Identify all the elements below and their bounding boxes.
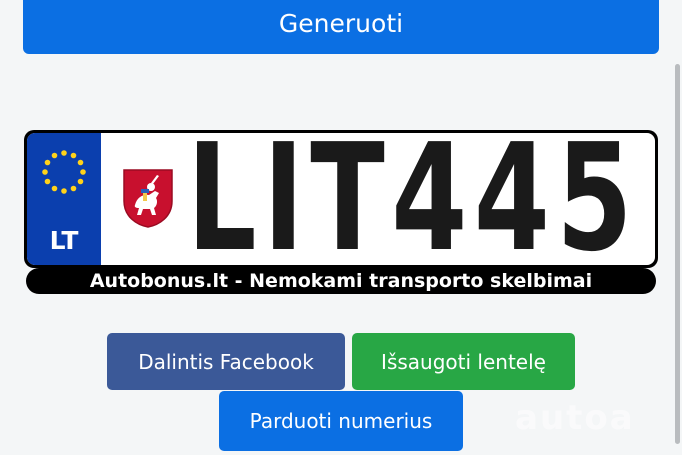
scrollbar[interactable] — [675, 64, 680, 444]
generate-button[interactable]: Generuoti — [23, 0, 659, 54]
eu-band: LT — [27, 133, 101, 265]
license-plate-preview: LT LIT445 Autobonus.lt - Nemokami transp… — [24, 130, 658, 296]
save-plate-button[interactable]: Išsaugoti lentelę — [352, 333, 575, 390]
share-facebook-button[interactable]: Dalintis Facebook — [107, 333, 345, 390]
plate-frame: LT LIT445 — [24, 130, 658, 268]
plate-caption: Autobonus.lt - Nemokami transporto skelb… — [26, 268, 656, 294]
sell-numbers-button[interactable]: Parduoti numerius — [219, 391, 463, 451]
plate-face: LT LIT445 — [27, 133, 655, 265]
country-code: LT — [49, 226, 79, 255]
coat-of-arms-icon — [123, 169, 173, 228]
eu-stars-icon — [42, 150, 86, 194]
watermark-logo: autoa — [515, 398, 635, 438]
plate-number: LIT445 — [187, 133, 639, 265]
